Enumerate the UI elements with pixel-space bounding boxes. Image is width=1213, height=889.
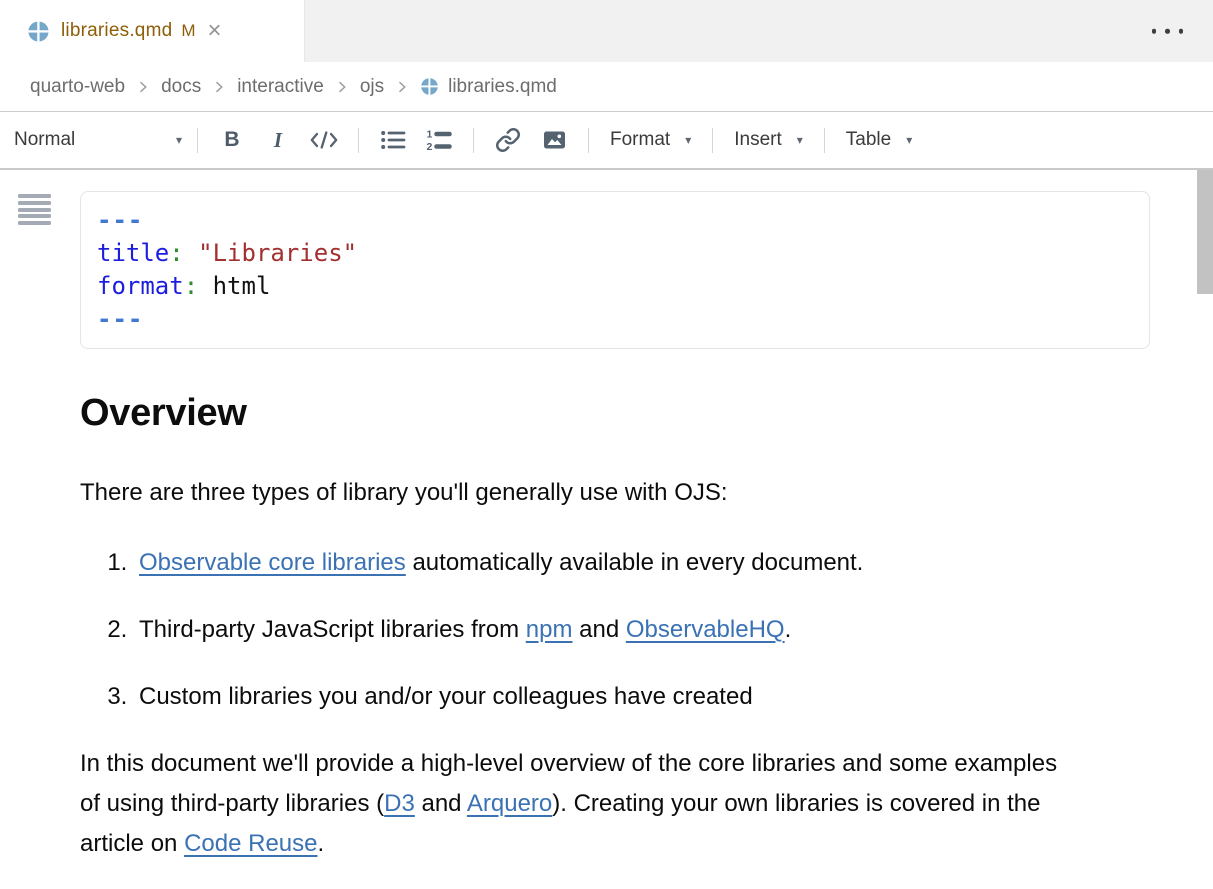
italic-button[interactable]: I	[255, 120, 301, 160]
yaml-token-plain: html	[213, 272, 271, 300]
insert-menu-label: Insert	[734, 129, 782, 151]
block-drag-handle-icon[interactable]	[18, 194, 51, 228]
drag-handle-bar	[18, 201, 51, 205]
paragraph-style-select[interactable]: Normal ▾	[14, 129, 186, 151]
toolbar-separator	[197, 128, 198, 153]
text-segment: and	[572, 616, 625, 643]
more-actions-icon[interactable]	[1150, 23, 1186, 40]
chevron-down-icon: ▾	[685, 133, 691, 147]
doc-link[interactable]: Observable core libraries	[139, 549, 406, 576]
text-segment: .	[317, 830, 324, 857]
library-types-list: Observable core libraries automatically …	[80, 543, 1065, 717]
numbered-list-button[interactable]: 1 2	[416, 120, 462, 160]
insert-menu[interactable]: Insert ▾	[724, 129, 813, 151]
numbered-list-icon: 1 2	[426, 128, 452, 152]
drag-handle-bar	[18, 194, 51, 198]
tab-title: libraries.qmd	[61, 20, 172, 42]
intro-paragraph: There are three types of library you'll …	[80, 473, 1065, 513]
format-menu-label: Format	[610, 129, 670, 151]
link-button[interactable]	[485, 120, 531, 160]
yaml-token-meta: ---	[97, 305, 143, 333]
image-button[interactable]	[531, 120, 577, 160]
quarto-icon	[27, 20, 50, 43]
doc-link[interactable]: Code Reuse	[184, 830, 317, 857]
bullet-list-icon	[380, 128, 406, 152]
tab-bar: libraries.qmd M ×	[0, 0, 1213, 62]
text-segment: and	[415, 790, 467, 817]
yaml-code-line: ---	[97, 204, 1133, 237]
bold-icon: B	[224, 128, 239, 152]
table-menu[interactable]: Table ▾	[836, 129, 922, 151]
list-item: Custom libraries you and/or your colleag…	[134, 677, 1065, 717]
list-item: Observable core libraries automatically …	[134, 543, 1065, 583]
heading-overview: Overview	[80, 391, 1213, 435]
scrollbar-thumb[interactable]	[1197, 170, 1213, 294]
toolbar-separator	[358, 128, 359, 153]
code-button[interactable]	[301, 120, 347, 160]
toolbar-separator	[712, 128, 713, 153]
text-segment: .	[785, 616, 792, 643]
close-icon[interactable]: ×	[208, 21, 222, 41]
toolbar-separator	[473, 128, 474, 153]
link-icon	[495, 127, 521, 153]
closing-paragraph: In this document we'll provide a high-le…	[80, 744, 1065, 864]
style-select-value: Normal	[14, 129, 75, 151]
yaml-code-line: format: html	[97, 270, 1133, 303]
ellipsis-dot	[1179, 29, 1184, 34]
drag-handle-bar	[18, 208, 51, 212]
editor-content-area[interactable]: ---title: "Libraries"format: html--- Ove…	[0, 170, 1213, 887]
quarto-icon	[420, 77, 439, 96]
svg-text:1: 1	[427, 129, 433, 141]
table-menu-label: Table	[846, 129, 891, 151]
document-body[interactable]: ---title: "Libraries"format: html--- Ove…	[0, 170, 1213, 864]
yaml-token-punct: :	[169, 239, 198, 267]
doc-link[interactable]: ObservableHQ	[626, 616, 785, 643]
yaml-token-string: "Libraries"	[198, 239, 357, 267]
svg-text:2: 2	[427, 141, 433, 152]
chevron-right-icon	[135, 79, 151, 95]
text-segment: Third-party JavaScript libraries from	[139, 616, 526, 643]
doc-link[interactable]: npm	[526, 616, 573, 643]
breadcrumb-item-libraries-qmd[interactable]: libraries.qmd	[420, 76, 557, 98]
chevron-right-icon	[211, 79, 227, 95]
image-icon	[541, 128, 568, 152]
ellipsis-dot	[1152, 29, 1157, 34]
text-segment: automatically available in every documen…	[406, 549, 864, 576]
code-icon	[309, 128, 339, 152]
format-menu[interactable]: Format ▾	[600, 129, 701, 151]
yaml-code-line: title: "Libraries"	[97, 237, 1133, 270]
yaml-token-meta: ---	[97, 206, 143, 234]
breadcrumb: quarto-web docs interactive ojs librarie…	[0, 62, 1213, 112]
yaml-token-key: format	[97, 272, 184, 300]
bullet-list-button[interactable]	[370, 120, 416, 160]
bold-button[interactable]: B	[209, 120, 255, 160]
breadcrumb-item-quarto-web[interactable]: quarto-web	[30, 76, 125, 98]
doc-link[interactable]: Arquero	[467, 790, 552, 817]
drag-handle-bar	[18, 221, 51, 225]
chevron-down-icon: ▾	[906, 133, 912, 147]
modified-badge: M	[181, 21, 195, 41]
toolbar-separator	[824, 128, 825, 153]
editor-tab-libraries-qmd[interactable]: libraries.qmd M ×	[0, 0, 305, 62]
formatting-toolbar: Normal ▾ B I 1 2	[0, 112, 1213, 170]
list-item: Third-party JavaScript libraries from np…	[134, 610, 1065, 650]
chevron-down-icon: ▾	[176, 133, 182, 147]
chevron-right-icon	[394, 79, 410, 95]
breadcrumb-item-ojs[interactable]: ojs	[360, 76, 384, 98]
toolbar-separator	[588, 128, 589, 153]
breadcrumb-file-label: libraries.qmd	[448, 76, 557, 98]
ellipsis-dot	[1165, 29, 1170, 34]
text-segment: Custom libraries you and/or your colleag…	[139, 683, 753, 710]
italic-icon: I	[274, 128, 282, 153]
doc-link[interactable]: D3	[384, 790, 415, 817]
breadcrumb-item-interactive[interactable]: interactive	[237, 76, 324, 98]
yaml-code-line: ---	[97, 303, 1133, 336]
drag-handle-bar	[18, 214, 51, 218]
chevron-down-icon: ▾	[797, 133, 803, 147]
chevron-right-icon	[334, 79, 350, 95]
yaml-token-key: title	[97, 239, 169, 267]
breadcrumb-item-docs[interactable]: docs	[161, 76, 201, 98]
yaml-token-punct: :	[184, 272, 213, 300]
yaml-front-matter-block[interactable]: ---title: "Libraries"format: html---	[80, 191, 1150, 349]
